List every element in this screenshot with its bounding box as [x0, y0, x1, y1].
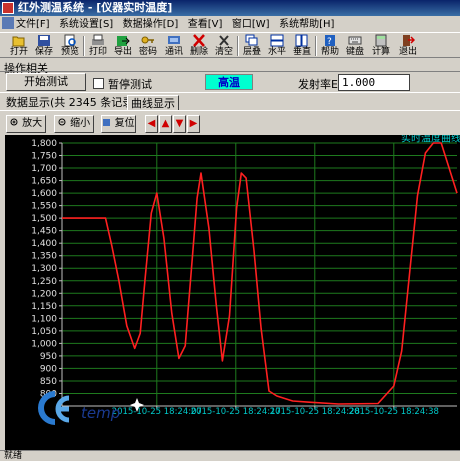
y-tick-label: 1,300	[31, 264, 57, 274]
reset-button[interactable]: 复位	[101, 115, 136, 133]
menu-settings[interactable]: 系统设置[S]	[59, 17, 113, 32]
menu-window[interactable]: 窗口[W]	[232, 17, 270, 32]
mdi-child-icon[interactable]	[2, 17, 14, 29]
toolbar-separator	[237, 36, 239, 56]
toolbar-print-button[interactable]: 打印	[87, 34, 109, 59]
tab-data-display[interactable]: 数据显示(共 2345 条记录)	[3, 95, 141, 111]
comm-icon	[168, 36, 180, 44]
menu-view[interactable]: 查看[V]	[188, 17, 223, 32]
y-tick-label: 950	[40, 352, 57, 362]
open-icon	[12, 36, 25, 47]
y-tick-label: 1,250	[31, 277, 57, 287]
toolbar-cascade-button[interactable]: 层叠	[241, 34, 263, 59]
pause-checkbox[interactable]	[93, 78, 104, 89]
x-tick-label: 2015-10-25 18:24:38	[349, 407, 439, 417]
y-tick-label: 1,750	[31, 152, 57, 162]
toolbar-keyboard-button[interactable]: 键盘	[344, 34, 366, 59]
y-tick-label: 1,450	[31, 227, 57, 237]
y-tick-label: 1,200	[31, 289, 57, 299]
tile-horizontal-icon	[270, 34, 284, 47]
menu-bar: 文件[F] 系统设置[S] 数据操作[D] 查看[V] 窗口[W] 系统帮助[H…	[0, 16, 460, 31]
toolbar-open-button[interactable]: 打开	[8, 34, 30, 59]
exit-icon	[403, 35, 415, 46]
zoom-out-icon	[58, 118, 66, 126]
arrow-down-icon: ▼	[175, 118, 184, 129]
calculator-icon	[375, 34, 387, 47]
y-tick-label: 1,150	[31, 302, 57, 312]
scroll-up-button[interactable]: ▲	[159, 115, 172, 133]
cetemp-logo: temp	[25, 380, 165, 440]
start-test-button[interactable]: 开始测试	[6, 73, 86, 91]
password-icon	[141, 36, 154, 44]
toolbar-preview-button[interactable]: 预览	[59, 34, 81, 59]
x-tick-label: 2015-10-25 18:24:17	[191, 407, 281, 417]
window-title: 红外测温系统 - [仪器实时温度]	[18, 1, 173, 14]
zoom-out-button[interactable]: 缩小	[54, 115, 94, 133]
y-tick-label: 1,050	[31, 327, 57, 337]
tab-curve-display[interactable]: 曲线显示	[127, 95, 179, 111]
toolbar-exit-button[interactable]: 退出	[397, 34, 419, 59]
zoom-in-icon	[10, 118, 18, 126]
y-tick-label: 1,800	[31, 139, 57, 149]
y-tick-label: 1,000	[31, 339, 57, 349]
export-icon	[117, 36, 130, 46]
pause-checkbox-label: 暂停测试	[108, 78, 152, 91]
tile-vertical-icon	[295, 34, 308, 47]
title-bar: 红外测温系统 - [仪器实时温度]	[0, 0, 460, 16]
toolbar-comm-button[interactable]: 通讯	[163, 34, 185, 59]
emissivity-label: 发射率E:	[298, 78, 342, 91]
delete-icon	[193, 34, 205, 47]
arrow-up-icon: ▲	[161, 118, 170, 129]
app-icon	[2, 2, 14, 14]
y-tick-label: 1,600	[31, 189, 57, 199]
menu-help[interactable]: 系统帮助[H]	[279, 17, 334, 32]
clear-icon	[219, 35, 229, 46]
toolbar-export-button[interactable]: 导出	[112, 34, 134, 59]
toolbar-calculator-button[interactable]: 计算	[370, 34, 392, 59]
x-tick-label: 2015-10-25 18:24:28	[270, 407, 360, 417]
toolbar-delete-button[interactable]: 删除	[188, 34, 210, 59]
cetemp-logo-graphic: temp	[38, 391, 144, 425]
toolbar-tile-vertical-button[interactable]: 垂直	[291, 34, 313, 59]
zoom-in-button[interactable]: 放大	[6, 115, 46, 133]
main-window: 红外测温系统 - [仪器实时温度] 文件[F] 系统设置[S] 数据操作[D] …	[0, 0, 460, 461]
svg-text:?: ?	[327, 37, 332, 47]
toolbar-password-button[interactable]: 密码	[137, 34, 159, 59]
toolbar-separator	[83, 36, 85, 56]
y-tick-label: 900	[40, 364, 57, 374]
arrow-right-icon: ▶	[189, 118, 198, 129]
scroll-down-button[interactable]: ▼	[173, 115, 186, 133]
toolbar-tile-horizontal-button[interactable]: 水平	[266, 34, 288, 59]
y-tick-label: 1,650	[31, 177, 57, 187]
save-icon	[38, 35, 50, 46]
menu-file[interactable]: 文件[F]	[16, 17, 50, 32]
tab-divider	[0, 110, 460, 111]
svg-text:temp: temp	[81, 404, 120, 422]
y-tick-label: 1,500	[31, 214, 57, 224]
temp-status-indicator: 高温	[205, 74, 253, 90]
toolbar-separator	[315, 36, 317, 56]
arrow-left-icon: ◀	[147, 118, 156, 129]
y-tick-label: 1,350	[31, 252, 57, 262]
status-bar: 就绪	[0, 450, 460, 461]
preview-icon	[64, 34, 76, 47]
print-icon	[92, 34, 104, 45]
y-tick-label: 1,400	[31, 239, 57, 249]
emissivity-input[interactable]: 1.000	[338, 74, 410, 91]
reset-icon	[103, 119, 111, 126]
scroll-right-button[interactable]: ▶	[187, 115, 200, 133]
cascade-icon	[245, 34, 258, 46]
scroll-left-button[interactable]: ◀	[145, 115, 158, 133]
y-tick-label: 1,100	[31, 314, 57, 324]
y-tick-label: 1,700	[31, 164, 57, 174]
toolbar: 打开 保存 预览 打印 导出 密码 通讯 删除 清空 层叠 水平 垂直 ? 帮助…	[0, 32, 460, 58]
help-icon: ?	[325, 35, 335, 47]
toolbar-help-button[interactable]: ? 帮助	[319, 34, 341, 59]
y-tick-label: 1,550	[31, 202, 57, 212]
toolbar-save-button[interactable]: 保存	[33, 34, 55, 59]
keyboard-icon	[348, 36, 362, 45]
menu-data[interactable]: 数据操作[D]	[123, 17, 179, 32]
temperature-series-line	[62, 142, 458, 405]
toolbar-clear-button[interactable]: 清空	[213, 34, 235, 59]
